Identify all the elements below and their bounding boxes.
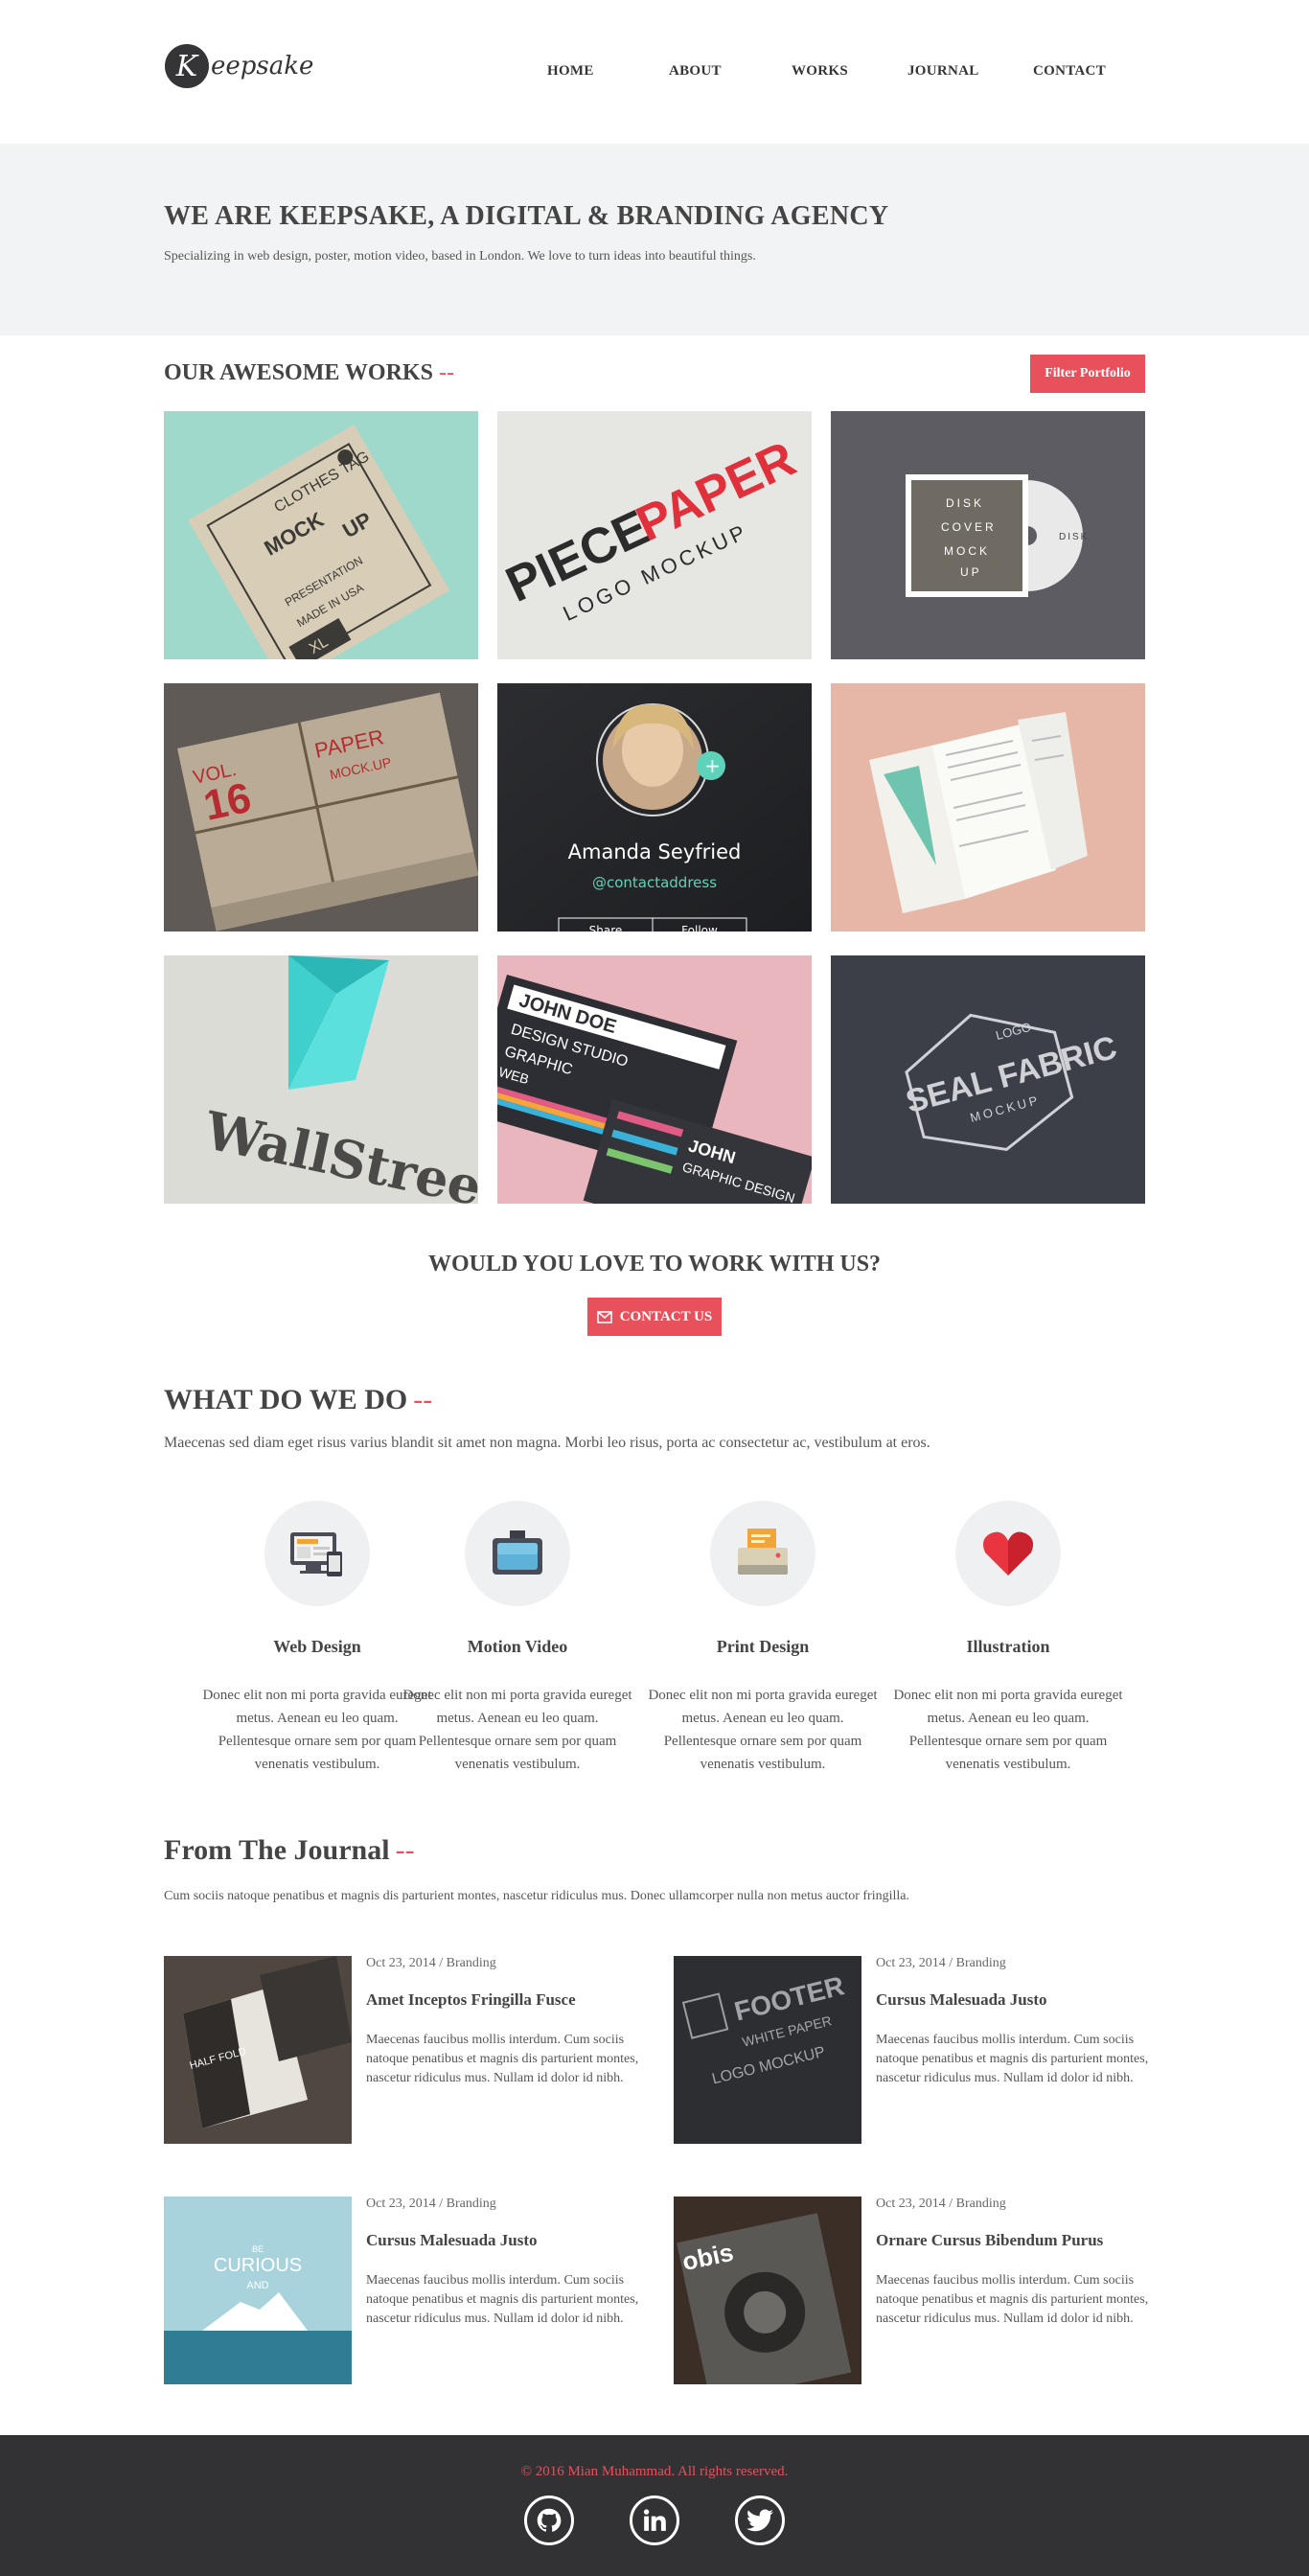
post-image-text: BE <box>252 2244 264 2254</box>
journal-title: From The Journal <box>164 1834 390 1866</box>
copyright-text: © 2016 Mian Muhammad. All rights reserve… <box>520 2464 789 2479</box>
service-text: Donec elit non mi porta gravida eureget … <box>402 1688 632 1772</box>
profile-handle: @contactaddress <box>592 874 717 891</box>
filter-portfolio-button[interactable]: Filter Portfolio <box>1030 355 1145 393</box>
post-title[interactable]: Cursus Malesuada Justo <box>366 2231 538 2250</box>
portfolio-tile-profile-card[interactable]: + Amanda Seyfried @contactaddress Share … <box>497 683 812 932</box>
tile-text: DISK <box>946 496 984 510</box>
services-lead: Maecenas sed diam eget risus varius blan… <box>164 1435 930 1451</box>
portfolio-tile-piece-paper[interactable]: PIECE PAPER LOGO MOCKUP <box>497 411 812 659</box>
post-excerpt: Maecenas faucibus mollis interdum. Cum s… <box>876 2033 1149 2085</box>
title-dash: -- <box>438 360 454 385</box>
profile-share: Share <box>589 924 623 932</box>
journal-post[interactable]: FOOTER WHITE PAPER LOGO MOCKUP Oct 23, 2… <box>674 1956 1172 2144</box>
print-design-icon <box>710 1501 815 1606</box>
profile-name: Amanda Seyfried <box>568 840 742 863</box>
nav-contact[interactable]: CONTACT <box>1033 63 1106 80</box>
post-meta: Oct 23, 2014 / Branding <box>366 1956 496 1970</box>
post-title[interactable]: Ornare Cursus Bibendum Purus <box>876 2231 1103 2250</box>
service-illustration: Illustration Donec elit non mi porta gra… <box>893 1501 1123 1776</box>
post-image-text: AND <box>246 2280 268 2291</box>
portfolio-tile-vol-16[interactable]: VOL. 16 PAPER MOCK.UP <box>164 683 478 932</box>
journal-heading: From The Journal -- <box>164 1834 415 1867</box>
hero-title: WE ARE KEEPSAKE, A DIGITAL & BRANDING AG… <box>164 201 889 231</box>
title-dash: -- <box>413 1384 433 1415</box>
service-web-design: Web Design Donec elit non mi porta gravi… <box>202 1501 432 1776</box>
portfolio-tile-brochure[interactable] <box>831 683 1145 932</box>
post-title[interactable]: Cursus Malesuada Justo <box>876 1990 1047 2010</box>
site-footer: © 2016 Mian Muhammad. All rights reserve… <box>0 2435 1309 2576</box>
journal-post[interactable]: HALF FOLD Oct 23, 2014 / Branding Amet I… <box>164 1956 662 2144</box>
envelope-icon <box>596 1310 612 1323</box>
tile-text: COVER <box>941 520 997 534</box>
tile-text: 16 <box>199 774 255 830</box>
tile-text: MOCK <box>944 544 990 558</box>
tile-text: UP <box>960 565 982 579</box>
nav-home[interactable]: HOME <box>547 63 594 80</box>
services-title: WHAT DO WE DO <box>164 1384 408 1415</box>
main-nav: HOME ABOUT WORKS JOURNAL CONTACT <box>0 63 1309 82</box>
portfolio-tile-seal-fabric[interactable]: LOGO SEAL FABRIC MOCKUP <box>831 955 1145 1204</box>
portfolio-tile-wallstreet[interactable]: WallStreet <box>164 955 478 1204</box>
title-dash: -- <box>395 1834 415 1866</box>
post-thumbnail[interactable]: obis <box>674 2196 861 2384</box>
post-excerpt: Maecenas faucibus mollis interdum. Cum s… <box>366 2033 639 2085</box>
tile-text: DISK <box>1059 532 1089 542</box>
post-thumbnail[interactable]: HALF FOLD <box>164 1956 352 2144</box>
post-meta: Oct 23, 2014 / Branding <box>876 2196 1006 2211</box>
nav-journal[interactable]: JOURNAL <box>907 63 979 80</box>
journal-post[interactable]: BE CURIOUS AND Oct 23, 2014 / Branding C… <box>164 2196 662 2384</box>
service-text: Donec elit non mi porta gravida eureget … <box>648 1688 878 1772</box>
cta-title: WOULD YOU LOVE TO WORK WITH US? <box>427 1252 882 1276</box>
post-meta: Oct 23, 2014 / Branding <box>366 2196 496 2211</box>
post-excerpt: Maecenas faucibus mollis interdum. Cum s… <box>366 2273 639 2326</box>
portfolio-tile-disk-cover[interactable]: DISK COVER MOCK UP DISK <box>831 411 1145 659</box>
svg-text:+: + <box>704 754 721 777</box>
portfolio-tile-clothes-tag[interactable]: CLOTHES TAG MOCK UP PRESENTATION MADE IN… <box>164 411 478 659</box>
nav-about[interactable]: ABOUT <box>669 63 722 80</box>
post-title[interactable]: Amet Inceptos Fringilla Fusce <box>366 1990 576 2010</box>
post-thumbnail[interactable]: BE CURIOUS AND <box>164 2196 352 2384</box>
nav-works[interactable]: WORKS <box>792 63 848 80</box>
service-title: Illustration <box>966 1637 1050 1656</box>
twitter-icon[interactable] <box>735 2496 785 2545</box>
site-header: K eepsake HOME ABOUT WORKS JOURNAL CONTA… <box>0 0 1309 144</box>
hero-banner: WE ARE KEEPSAKE, A DIGITAL & BRANDING AG… <box>0 144 1309 335</box>
web-design-icon <box>264 1501 370 1606</box>
journal-post[interactable]: obis Oct 23, 2014 / Branding Ornare Curs… <box>674 2196 1172 2384</box>
contact-us-label: CONTACT US <box>619 1308 713 1324</box>
journal-lead: Cum sociis natoque penatibus et magnis d… <box>164 1889 909 1903</box>
profile-follow: Follow <box>681 924 718 932</box>
service-print-design: Print Design Donec elit non mi porta gra… <box>648 1501 878 1776</box>
post-thumbnail[interactable]: FOOTER WHITE PAPER LOGO MOCKUP <box>674 1956 861 2144</box>
github-icon[interactable] <box>524 2496 574 2545</box>
works-title: OUR AWESOME WORKS <box>164 360 433 385</box>
services-heading: WHAT DO WE DO -- <box>164 1384 432 1416</box>
contact-us-button[interactable]: CONTACT US <box>587 1298 722 1336</box>
post-meta: Oct 23, 2014 / Branding <box>876 1956 1006 1970</box>
service-motion-video: Motion Video Donec elit non mi porta gra… <box>402 1501 632 1776</box>
hero-subtitle: Specializing in web design, poster, moti… <box>164 249 756 264</box>
service-text: Donec elit non mi porta gravida eureget … <box>202 1688 432 1772</box>
post-excerpt: Maecenas faucibus mollis interdum. Cum s… <box>876 2273 1149 2326</box>
works-heading: OUR AWESOME WORKS -- <box>164 360 454 386</box>
motion-video-icon <box>465 1501 570 1606</box>
portfolio-tile-business-card[interactable]: JOHN DOE DESIGN STUDIO GRAPHIC WEB JOHN … <box>497 955 812 1204</box>
service-text: Donec elit non mi porta gravida eureget … <box>893 1688 1123 1772</box>
service-title: Web Design <box>273 1637 361 1656</box>
service-title: Motion Video <box>467 1637 568 1656</box>
illustration-heart-icon <box>955 1501 1061 1606</box>
linkedin-icon[interactable] <box>630 2496 679 2545</box>
post-image-text: CURIOUS <box>214 2255 302 2276</box>
service-title: Print Design <box>716 1637 810 1656</box>
